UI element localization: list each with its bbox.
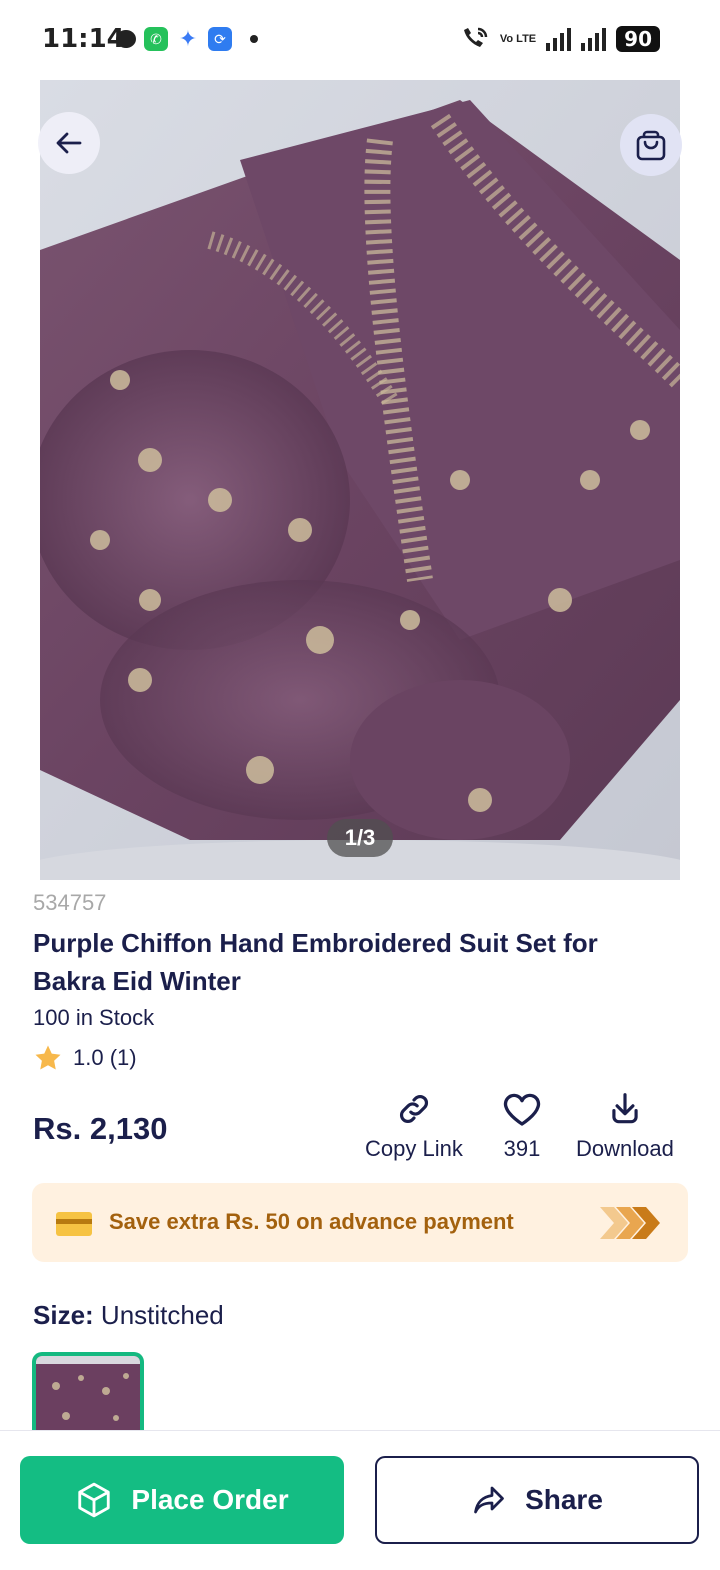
download-icon xyxy=(612,1093,638,1124)
product-rating[interactable]: 1.0 (1) xyxy=(33,1043,137,1073)
signal-icon-2 xyxy=(581,27,607,51)
wishlist-button[interactable]: 391 xyxy=(502,1090,542,1162)
size-thumbnail-image xyxy=(36,1356,140,1434)
star-icon xyxy=(35,1045,61,1070)
share-label: Share xyxy=(525,1484,603,1515)
promo-text: Save extra Rs. 50 on advance payment xyxy=(109,1209,514,1234)
whatsapp-icon: ✆ xyxy=(144,27,168,51)
back-arrow-icon xyxy=(56,132,82,154)
advance-payment-banner[interactable]: Save extra Rs. 50 on advance payment xyxy=(32,1183,688,1262)
wifi-call-icon xyxy=(463,27,488,47)
likes-count: 391 xyxy=(503,1136,541,1161)
back-button[interactable] xyxy=(38,112,100,174)
stock-status: 100 in Stock xyxy=(33,1005,155,1030)
image-pager-indicator: 1/3 xyxy=(327,819,393,857)
sparkle-icon: ✦ xyxy=(178,26,198,51)
product-photo-illustration xyxy=(40,80,680,880)
more-notifications-icon xyxy=(250,35,258,43)
status-time: 11:14 xyxy=(42,24,125,54)
place-order-button[interactable]: Place Order xyxy=(20,1456,344,1544)
download-label: Download xyxy=(576,1136,674,1161)
size-option-unstitched[interactable] xyxy=(32,1352,144,1434)
product-image[interactable] xyxy=(40,80,680,880)
shopping-bag-icon xyxy=(636,130,666,161)
size-value: Unstitched xyxy=(100,1300,224,1330)
download-button[interactable]: Download xyxy=(576,1090,674,1162)
size-label: Size: Unstitched xyxy=(33,1300,224,1331)
size-heading: Size: xyxy=(33,1300,94,1330)
sync-app-icon: ⟳ xyxy=(208,27,232,51)
credit-card-icon xyxy=(56,1212,92,1236)
cart-button[interactable] xyxy=(620,114,682,176)
copy-link-button[interactable]: Copy Link xyxy=(365,1090,463,1162)
status-bar: 11:14 ✆ ✦ ⟳ Vo LTE 90 xyxy=(0,0,720,80)
rating-value: 1.0 (1) xyxy=(73,1045,137,1070)
chat-icon xyxy=(116,30,136,48)
product-sku: 534757 xyxy=(33,890,107,915)
system-icons: Vo LTE 90 xyxy=(460,26,660,52)
volte-indicator: Vo LTE xyxy=(499,32,537,45)
product-title: Purple Chiffon Hand Embroidered Suit Set… xyxy=(33,928,598,996)
box-icon xyxy=(78,1482,111,1518)
share-button[interactable]: Share xyxy=(375,1456,699,1544)
place-order-label: Place Order xyxy=(131,1484,289,1515)
triple-chevron-icon xyxy=(600,1207,660,1239)
product-price: Rs. 2,130 xyxy=(33,1111,168,1146)
signal-icon xyxy=(546,27,572,51)
copy-link-label: Copy Link xyxy=(365,1136,463,1161)
notification-icons: ✆ ✦ ⟳ xyxy=(116,26,258,51)
heart-icon xyxy=(503,1093,541,1126)
link-icon xyxy=(399,1095,428,1123)
share-icon xyxy=(474,1486,504,1514)
battery-indicator: 90 xyxy=(616,26,660,52)
